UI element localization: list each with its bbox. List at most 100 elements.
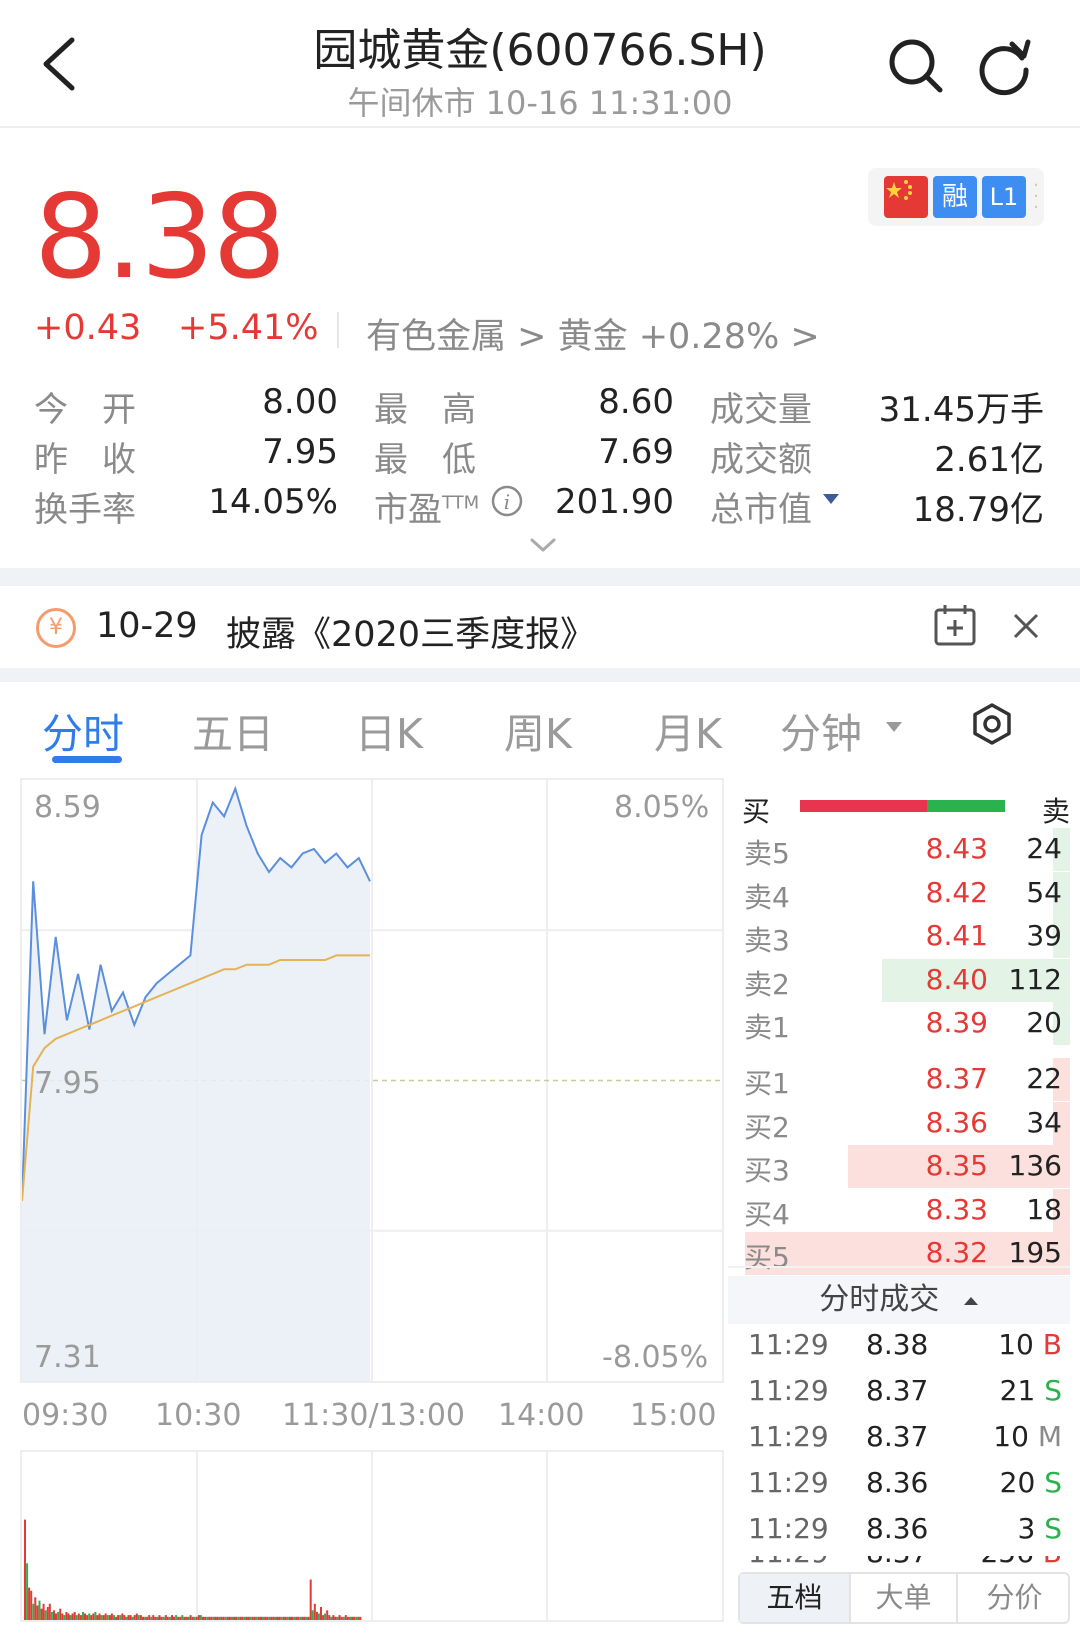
volume-bar xyxy=(289,1616,291,1620)
ask-row[interactable]: 卖5 8.43 24 xyxy=(728,828,1070,871)
tick-price: 8.38 xyxy=(866,1328,929,1361)
volume-bar xyxy=(117,1615,120,1620)
pct-axis-top: 8.05% xyxy=(614,790,710,825)
volume-bar xyxy=(30,1590,33,1620)
pe-label-text: 市盈 xyxy=(374,490,442,530)
industry-link[interactable]: 有色金属 > 黄金 +0.28% > xyxy=(366,308,820,359)
volume-bar xyxy=(119,1615,122,1620)
volume-bar xyxy=(92,1613,95,1620)
volume-bar xyxy=(340,1616,343,1620)
level-volume: 24 xyxy=(1026,832,1062,865)
volume-bar xyxy=(222,1616,225,1620)
tab-level5[interactable]: 五档 xyxy=(740,1574,849,1622)
volume-bar xyxy=(144,1616,147,1620)
settings-icon[interactable] xyxy=(970,702,1014,746)
tab-minute[interactable]: 分钟 xyxy=(780,700,862,760)
caret-down-icon[interactable] xyxy=(822,492,840,506)
tick-row[interactable]: 11:29 8.38 10 B xyxy=(728,1324,1070,1370)
bid-row[interactable]: 买2 8.36 34 xyxy=(728,1101,1070,1145)
chevron-down-icon[interactable] xyxy=(528,535,558,555)
ask-row[interactable]: 卖2 8.40 112 xyxy=(728,958,1070,1002)
intraday-chart[interactable] xyxy=(20,778,724,1383)
pe-label[interactable]: 市盈TTM xyxy=(374,482,479,531)
volume-bar xyxy=(183,1616,186,1620)
bid-row[interactable]: 买4 8.33 18 xyxy=(728,1188,1070,1232)
tick-price: 8.37 xyxy=(866,1374,929,1407)
volume-bar xyxy=(125,1616,128,1620)
calendar-add-icon[interactable] xyxy=(933,603,977,647)
volume-bar xyxy=(249,1616,252,1620)
refresh-icon[interactable] xyxy=(974,36,1034,96)
volume-bar xyxy=(168,1616,171,1620)
tab-price-distribution[interactable]: 分价 xyxy=(960,1574,1069,1622)
tab-intraday[interactable]: 分时 xyxy=(42,700,124,760)
volume-bar xyxy=(150,1616,153,1620)
volume-bar xyxy=(98,1613,101,1620)
volume-bar xyxy=(154,1616,157,1620)
volume-bar xyxy=(251,1616,254,1620)
bid-row[interactable]: 买3 8.35 136 xyxy=(728,1145,1070,1188)
level-volume: 22 xyxy=(1026,1062,1062,1095)
volume-bar xyxy=(272,1616,275,1620)
volume-bar xyxy=(326,1610,329,1620)
tab-five-day[interactable]: 五日 xyxy=(192,700,274,760)
volume-bar xyxy=(355,1616,358,1620)
tick-row[interactable]: 11:29 8.36 3 S xyxy=(728,1508,1070,1554)
level-volume: 18 xyxy=(1026,1192,1062,1226)
volume-bar xyxy=(73,1611,76,1620)
level1-badge: L1 xyxy=(982,176,1026,218)
tick-row[interactable]: 11:29 8.37 21 S xyxy=(728,1370,1070,1416)
level-price: 8.41 xyxy=(925,919,988,952)
volume-bar xyxy=(177,1616,180,1620)
section-divider xyxy=(0,568,1080,586)
volume-bar xyxy=(57,1611,60,1620)
tab-week-k[interactable]: 周K xyxy=(504,700,572,760)
stat-label[interactable]: 总市值 xyxy=(710,482,812,531)
level-price: 8.39 xyxy=(925,1006,988,1039)
tick-time: 11:29 xyxy=(748,1420,829,1453)
close-icon[interactable] xyxy=(1010,610,1042,642)
ask-row[interactable]: 卖1 8.39 20 xyxy=(728,1002,1070,1045)
tick-price: 8.37 xyxy=(866,1556,928,1568)
info-icon[interactable]: i xyxy=(490,484,524,518)
market-badges[interactable]: 融 L1 · · · xyxy=(868,168,1044,226)
tick-volume: 10 M xyxy=(993,1420,1062,1453)
bid-row[interactable]: 买5 8.32 195 xyxy=(728,1232,1070,1275)
volume-bar xyxy=(353,1616,356,1620)
volume-bar xyxy=(264,1616,267,1620)
volume-bar xyxy=(44,1610,47,1620)
level-price: 8.42 xyxy=(925,875,988,909)
tab-month-k[interactable]: 月K xyxy=(654,700,722,760)
volume-bar xyxy=(173,1616,175,1620)
tick-trades-header[interactable]: 分时成交 xyxy=(728,1276,1070,1324)
volume-bar xyxy=(104,1613,107,1620)
volume-chart[interactable] xyxy=(20,1450,724,1622)
volume-bar xyxy=(26,1563,29,1620)
caret-down-icon[interactable] xyxy=(884,720,904,734)
volume-bar xyxy=(158,1615,161,1620)
tab-big-orders[interactable]: 大单 xyxy=(849,1574,958,1622)
ask-row[interactable]: 卖3 8.41 39 xyxy=(728,915,1070,958)
y-axis-top: 8.59 xyxy=(34,790,101,825)
volume-bar xyxy=(257,1616,260,1620)
level-label: 买2 xyxy=(744,1110,790,1144)
search-icon[interactable] xyxy=(886,36,946,96)
ask-row[interactable]: 卖4 8.42 54 xyxy=(728,871,1070,915)
volume-bar xyxy=(245,1616,248,1620)
notice-text[interactable]: 披露《2020三季度报》 xyxy=(226,606,595,657)
tick-row[interactable]: 11:29 8.36 20 S xyxy=(728,1462,1070,1508)
tick-time: 11:29 xyxy=(748,1374,829,1407)
volume-bar xyxy=(247,1616,250,1620)
volume-bar xyxy=(282,1616,285,1620)
buy-ratio-fill xyxy=(800,800,928,812)
volume-bar xyxy=(307,1616,310,1620)
tick-row[interactable]: 11:29 8.37 10 M xyxy=(728,1416,1070,1462)
tab-day-k[interactable]: 日K xyxy=(355,700,423,760)
volume-bar xyxy=(293,1616,296,1620)
top-bar: 园城黄金(600766.SH) 午间休市 10-16 11:31:00 xyxy=(0,0,1080,128)
bid-row[interactable]: 买1 8.37 22 xyxy=(728,1058,1070,1101)
volume-bar xyxy=(175,1615,178,1620)
volume-bar xyxy=(55,1613,57,1620)
volume-bar xyxy=(278,1616,281,1620)
volume-bar xyxy=(344,1615,347,1620)
